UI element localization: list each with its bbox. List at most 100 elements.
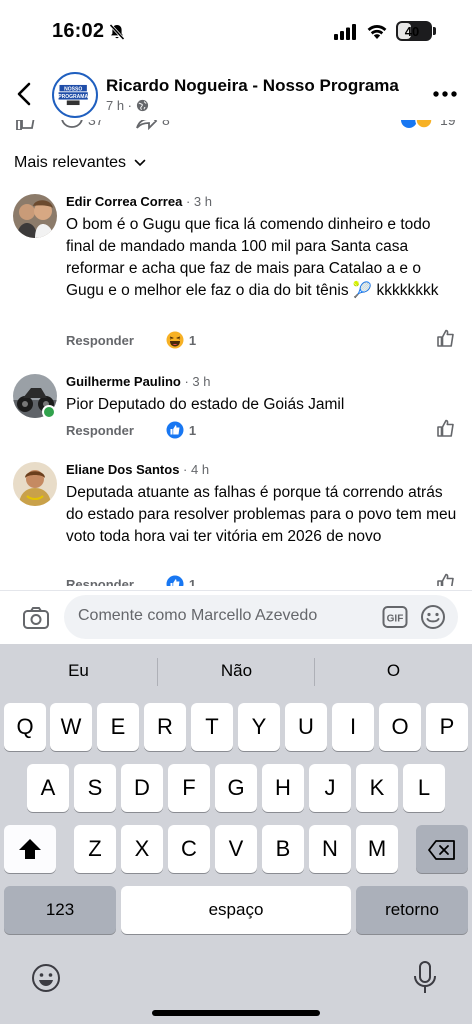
reply-button[interactable]: Responder — [66, 577, 134, 587]
bell-off-icon — [109, 23, 125, 41]
keyboard-suggestions: Eu Não O — [0, 644, 472, 698]
key-i[interactable]: I — [332, 703, 374, 751]
shift-key[interactable] — [4, 825, 56, 873]
post-actions-clipped: 37 8 19 — [0, 120, 472, 138]
avatar[interactable] — [13, 462, 57, 506]
cellular-signal-icon — [334, 24, 356, 40]
like-outline-icon[interactable] — [436, 418, 456, 438]
more-options-icon[interactable] — [432, 90, 458, 98]
suggestion-1[interactable]: Eu — [0, 661, 157, 681]
key-c[interactable]: C — [168, 825, 210, 873]
reply-button[interactable]: Responder — [66, 333, 134, 348]
like-outline-icon[interactable] — [436, 572, 456, 586]
emoji-keyboard-icon[interactable] — [30, 962, 62, 994]
key-r[interactable]: R — [144, 703, 186, 751]
key-o[interactable]: O — [379, 703, 421, 751]
comment-reactions[interactable]: 1 — [166, 421, 196, 439]
status-bar: 16:02 40 — [0, 0, 472, 60]
comment-author[interactable]: Eliane Dos Santos — [66, 462, 179, 477]
globe-icon — [136, 99, 149, 112]
comment-text: O bom é o Gugu que fica lá comendo dinhe… — [66, 216, 439, 299]
key-v[interactable]: V — [215, 825, 257, 873]
key-g[interactable]: G — [215, 764, 257, 812]
key-x[interactable]: X — [121, 825, 163, 873]
sort-label: Mais relevantes — [14, 154, 127, 171]
comment-time: · 4 h — [179, 462, 210, 477]
key-n[interactable]: N — [309, 825, 351, 873]
post-meta: 7 h · — [106, 98, 149, 113]
key-f[interactable]: F — [168, 764, 210, 812]
reply-button[interactable]: Responder — [66, 423, 134, 438]
key-e[interactable]: E — [97, 703, 139, 751]
key-m[interactable]: M — [356, 825, 398, 873]
home-indicator[interactable] — [152, 1010, 320, 1016]
comment-outline-icon[interactable] — [60, 120, 84, 130]
like-outline-icon[interactable] — [436, 328, 456, 348]
camera-icon[interactable] — [22, 606, 50, 630]
battery-icon: 40 — [396, 21, 432, 41]
comment-text: Pior Deputado do estado de Goiás Jamil — [66, 396, 345, 413]
space-key[interactable]: espaço — [121, 886, 351, 934]
comment-reactions[interactable]: 1 — [166, 331, 196, 349]
comment-actions: Responder 1 — [66, 331, 196, 349]
gif-icon[interactable]: GIF — [382, 605, 408, 629]
avatar-photo — [13, 462, 57, 506]
wifi-icon — [367, 25, 387, 39]
status-time: 16:02 — [52, 20, 105, 42]
shift-icon — [19, 839, 41, 859]
comment-reactions[interactable]: 1 — [166, 575, 196, 586]
key-w[interactable]: W — [50, 703, 92, 751]
page-name[interactable]: Ricardo Nogueira - Nosso Programa — [106, 76, 399, 96]
page-avatar[interactable]: NOSSO PROGRAMA — [52, 72, 98, 118]
return-key[interactable]: retorno — [356, 886, 468, 934]
key-l[interactable]: L — [403, 764, 445, 812]
comment-time: · 3 h — [180, 374, 211, 389]
key-j[interactable]: J — [309, 764, 351, 812]
key-h[interactable]: H — [262, 764, 304, 812]
like-emoji-icon — [166, 575, 184, 586]
avatar-photo — [13, 194, 57, 238]
sort-dropdown[interactable]: Mais relevantes — [14, 154, 146, 172]
reaction-icons — [401, 120, 433, 129]
gif-label: GIF — [387, 614, 404, 625]
comments-list: Edir Correa Correa · 3 h O bom é o Gugu … — [0, 190, 472, 586]
numbers-key[interactable]: 123 — [4, 886, 116, 934]
comment-item: Eliane Dos Santos · 4 h Deputada atuante… — [0, 458, 472, 586]
smiley-icon[interactable] — [420, 604, 446, 630]
comment-input[interactable]: Comente como Marcello Azevedo GIF — [64, 595, 458, 639]
chevron-down-icon — [134, 159, 146, 167]
key-q[interactable]: Q — [4, 703, 46, 751]
key-d[interactable]: D — [121, 764, 163, 812]
comment-composer: Comente como Marcello Azevedo GIF — [0, 590, 472, 644]
key-p[interactable]: P — [426, 703, 468, 751]
post-time: 7 h · — [106, 98, 133, 113]
suggestion-3[interactable]: O — [315, 661, 472, 681]
key-s[interactable]: S — [74, 764, 116, 812]
comment-time: · 3 h — [182, 194, 212, 209]
reaction-count: 19 — [440, 120, 456, 128]
logo-text-1: NOSSO — [64, 86, 82, 92]
key-b[interactable]: B — [262, 825, 304, 873]
key-y[interactable]: Y — [238, 703, 280, 751]
suggestion-2[interactable]: Não — [158, 661, 315, 681]
share-outline-icon[interactable] — [134, 120, 158, 130]
backspace-key[interactable] — [416, 825, 468, 873]
key-a[interactable]: A — [27, 764, 69, 812]
key-u[interactable]: U — [285, 703, 327, 751]
key-k[interactable]: K — [356, 764, 398, 812]
comment-item: Guilherme Paulino · 3 h Pior Deputado do… — [0, 370, 472, 450]
back-arrow-icon[interactable] — [14, 81, 36, 107]
comment-author[interactable]: Edir Correa Correa — [66, 194, 182, 209]
key-t[interactable]: T — [191, 703, 233, 751]
comment-header: Edir Correa Correa · 3 h — [66, 194, 212, 209]
like-outline-icon[interactable] — [14, 120, 38, 130]
haha-emoji-icon — [166, 331, 184, 349]
avatar[interactable] — [13, 194, 57, 238]
microphone-icon[interactable] — [412, 960, 438, 996]
post-header: NOSSO PROGRAMA Ricardo Nogueira - Nosso … — [0, 64, 472, 124]
nosso-programa-logo: NOSSO PROGRAMA — [54, 74, 92, 112]
logo-text-2: PROGRAMA — [58, 94, 88, 100]
comment-actions: Responder 1 — [66, 575, 196, 586]
key-z[interactable]: Z — [74, 825, 116, 873]
comment-author[interactable]: Guilherme Paulino — [66, 374, 181, 389]
